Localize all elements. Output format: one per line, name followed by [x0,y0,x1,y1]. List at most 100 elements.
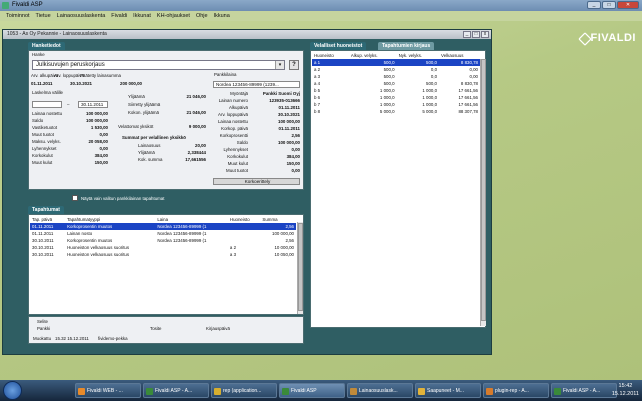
doc-maximize-button[interactable]: □ [472,31,480,38]
velalliset-scrollbar[interactable] [480,59,486,326]
taskbar-item[interactable]: Fivaldi ASP - A... [143,383,209,398]
close-button[interactable]: ✕ [617,1,639,9]
col-velkaosuus[interactable]: Velkaosuus [439,52,480,59]
tapahtumat-scrollbar[interactable] [297,222,303,314]
muokattu-value: 15.32 15.12.2011 [55,336,89,341]
col-huoneisto[interactable]: Huoneisto [312,52,349,59]
hanke-select[interactable]: Julkisuvujen peruskorjaus ▾ [32,60,285,70]
col-alkup[interactable]: Alkup. velyks. [349,52,397,59]
col-tapahtumatyyppi[interactable]: Tapahtumatyyppi [65,216,155,223]
laina-label: Korkoprosentti [219,133,248,138]
table-row[interactable]: 30.10.2011 Huoneiston velkaosuus suoritus… [30,244,296,251]
laina-label: Muut tuotot [226,168,248,173]
chevron-down-icon[interactable]: ▾ [275,61,284,69]
laina-value: 0,00 [291,147,300,152]
tab-tapahtumien-kirjaus[interactable]: Tapahtumien kirjaus [378,42,435,50]
summary-label: Muut kulut [32,160,53,165]
table-row[interactable]: 01.11.2011 Korkoprosentin muutos Nordea 12… [30,223,296,230]
taskbar-item[interactable]: plugin-rep - A... [483,383,549,398]
app-icon [78,388,85,395]
table-cell: Korkoprosentin muutos [67,238,113,243]
table-row[interactable]: a 3 500,0 0,0 0,00 [312,73,480,80]
table-cell: a 4 [314,81,321,86]
table-row[interactable]: b 6 1 000,0 1 000,0 17 661,56 [312,94,480,101]
laina-label: Alkupäivä [228,105,248,110]
table-cell: Nordea 123456-89999 (1 [157,238,207,243]
taskbar-item[interactable]: Fivaldi ASP - A... [551,383,617,398]
laina-value: 100 000,00 [278,119,300,124]
doc-minimize-button[interactable]: _ [463,31,471,38]
table-cell: 1 000,0 [422,102,438,107]
paatetty-label: Päätetty lainasumma [80,73,121,78]
tab-hanketiedot[interactable]: Hanketiedot [28,42,65,50]
velattomat-label: Velattomat yksiköt [118,124,154,129]
table-cell: 1 000,0 [422,88,438,93]
table-row[interactable]: a 4 500,0 500,0 8 830,78 [312,80,480,87]
table-row[interactable]: 30.10.2011 Huoneiston velkaosuus suoritus… [30,251,296,258]
col-tap-paiva[interactable]: Tap. päivä [30,216,65,223]
table-row[interactable]: b 7 1 000,0 1 000,0 17 661,56 [312,101,480,108]
table-row[interactable]: b 5 1 000,0 1 000,0 17 661,56 [312,87,480,94]
summary-label: Lainaa nostettu [32,111,63,116]
taskbar-item[interactable]: Lainaosuuslask... [347,383,413,398]
taskbar-item[interactable]: Fivaldi WEB - ... [75,383,141,398]
korkoerittely-button[interactable]: Korkoerittely [213,178,300,185]
start-button[interactable] [3,381,22,400]
summary-value: 0,00 [99,132,108,137]
pankkilaina-label: Pankkilaina [214,72,237,77]
table-cell: Nordea 123456-89999 (1 [157,231,207,236]
app-icon [214,388,221,395]
table-row[interactable]: 30.10.2011 Korkoprosentin muutos Nordea 12… [30,237,296,244]
laina-label: Lyhennykset [223,147,249,152]
col-nyk[interactable]: Nyk. velyks. [397,52,439,59]
col-huoneisto[interactable]: Huoneisto [228,216,261,223]
minimize-button[interactable]: _ [587,1,601,9]
summary-label: Muut tuotot [32,132,54,137]
menu-ikkunat[interactable]: Ikkunat [133,11,151,21]
selite-label: Selite [37,319,48,324]
summary-label: Korkokulut [32,153,53,158]
doc-close-button[interactable]: x [481,31,489,38]
col-laina[interactable]: Laina [155,216,228,223]
summat-label: Ylijäämä [138,150,155,155]
menu-tietue[interactable]: Tietue [36,11,51,21]
date-to-input[interactable]: 30.11.2011 [78,101,108,108]
table-cell: 2,56 [285,238,294,243]
laina-value: 100 000,00 [278,140,300,145]
menu-fivaldi[interactable]: Fivaldi [111,11,127,21]
laina-value: Pankki Suomi Oyj [262,91,300,96]
laina-value: 01.11.2011 [278,126,301,131]
taskbar-item[interactable]: rep (application... [211,383,277,398]
date-from-input[interactable] [32,101,62,108]
taskbar-item[interactable]: Fivaldi ASP [279,383,345,398]
tab-velalliset-huoneistot[interactable]: Velalliset huoneistot [310,42,367,50]
show-only-checkbox[interactable] [72,195,78,201]
table-row[interactable]: a 1 500,0 500,0 8 830,78 [312,59,480,66]
table-row[interactable]: b 8 5 000,0 5 000,0 88 307,78 [312,108,480,115]
laina-value: 30.10.2021 [278,112,300,117]
maximize-button[interactable]: □ [602,1,616,9]
hanke-label: Hanke [32,52,45,57]
summat-value: 17,661556 [185,157,206,162]
table-row[interactable]: a 2 500,0 0,0 0,00 [312,66,480,73]
menu-ohje[interactable]: Ohje [196,11,208,21]
summary-label: Vastiketuotot [32,125,58,130]
help-button[interactable]: ? [289,60,299,70]
summary-value: 0,00 [99,146,108,151]
menu-kh-ohjaukset[interactable]: KH-ohjaukset [157,11,190,21]
menu-ikkuna[interactable]: Ikkuna [214,11,230,21]
menu-toiminnot[interactable]: Toiminnot [6,11,30,21]
pankkilaina-select[interactable]: Nordea 123456-89999 (1239... [213,81,300,88]
table-cell: b 6 [314,95,321,100]
table-cell: 1 000,0 [379,102,395,107]
table-cell: 1 000,0 [379,95,395,100]
menu-lainaosuuslaskenta[interactable]: Lainaosuuslaskenta [57,11,106,21]
table-cell: a 2 [314,67,321,72]
table-row[interactable]: 01.11.2011 Lainan nosto Nordea 123456-8999… [30,230,296,237]
dash: – [67,102,70,107]
taskbar: Fivaldi WEB - ... Fivaldi ASP - A... rep (… [0,380,642,401]
col-summa[interactable]: Summa [260,216,296,223]
table-cell: Lainan nosto [67,231,93,236]
tab-tapahtumat[interactable]: Tapahtumat [28,206,64,214]
taskbar-item[interactable]: Saapuneet - M... [415,383,481,398]
